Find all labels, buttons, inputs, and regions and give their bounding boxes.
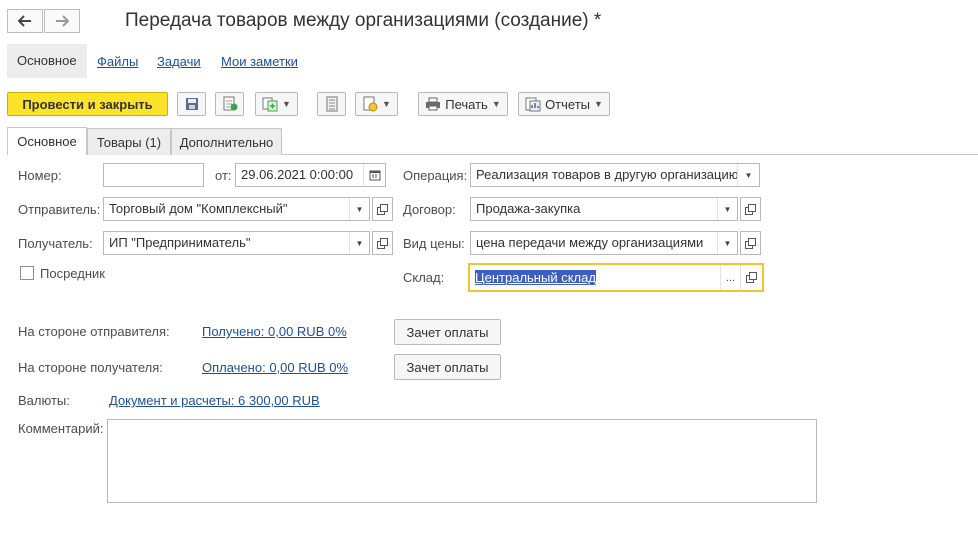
receiver-value: ИП "Предприниматель" [109, 235, 251, 250]
reports-button[interactable]: Отчеты ▼ [518, 92, 610, 116]
post-icon [223, 96, 237, 111]
window-title: Передача товаров между организациями (со… [125, 10, 602, 31]
sender-value: Торговый дом "Комплексный" [109, 201, 288, 216]
open-icon [377, 203, 388, 215]
section-notes[interactable]: Мои заметки [221, 54, 298, 69]
chevron-down-icon: ▼ [594, 99, 603, 109]
journal-button[interactable] [317, 92, 346, 116]
operation-value: Реализация товаров в другую организацию [476, 167, 737, 182]
comment-field[interactable] [107, 419, 817, 503]
open-icon [745, 203, 756, 215]
currencies-label: Валюты: [18, 393, 70, 408]
open-icon [377, 237, 388, 249]
warehouse-field[interactable]: Центральный склад ... [468, 263, 764, 292]
receiver-side-label: На стороне получателя: [18, 360, 163, 375]
tab-additional[interactable]: Дополнительно [171, 128, 282, 155]
date-label: от: [215, 168, 232, 183]
contract-value: Продажа-закупка [476, 201, 581, 216]
receiver-side-link[interactable]: Оплачено: 0,00 RUB 0% [202, 360, 348, 375]
open-icon [745, 237, 756, 249]
receiver-label: Получатель: [18, 236, 93, 251]
price-type-field[interactable]: цена передачи между организациями ▼ [470, 231, 738, 255]
contract-field[interactable]: Продажа-закупка ▼ [470, 197, 738, 221]
chevron-down-icon[interactable]: ▼ [737, 164, 759, 186]
chevron-down-icon: ▼ [382, 99, 391, 109]
tab-goods[interactable]: Товары (1) [87, 128, 171, 155]
back-button[interactable] [7, 9, 43, 33]
price-type-label: Вид цены: [403, 236, 465, 251]
create-based-icon [262, 97, 278, 112]
chevron-down-icon[interactable]: ▼ [349, 232, 369, 254]
section-main[interactable]: Основное [7, 44, 87, 78]
save-button[interactable] [177, 92, 206, 116]
print-label: Печать [445, 96, 488, 112]
offset-payment-button-1[interactable]: Зачет оплаты [394, 319, 501, 345]
sender-open-button[interactable] [372, 197, 393, 221]
date-field[interactable]: 29.06.2021 0:00:00 [235, 163, 386, 187]
arrow-left-icon [18, 15, 31, 27]
offset-payment-button-2[interactable]: Зачет оплаты [394, 354, 501, 380]
post-and-close-button[interactable]: Провести и закрыть [7, 92, 168, 116]
attach-button[interactable]: ▼ [355, 92, 398, 116]
chevron-down-icon[interactable]: ▼ [717, 232, 737, 254]
calendar-icon [369, 170, 380, 181]
intermediary-label: Посредник [40, 266, 105, 281]
warehouse-value: Центральный склад [475, 270, 596, 285]
sender-side-link[interactable]: Получено: 0,00 RUB 0% [202, 324, 347, 339]
date-value: 29.06.2021 0:00:00 [241, 167, 354, 182]
contract-label: Договор: [403, 202, 456, 217]
chevron-down-icon: ▼ [282, 99, 291, 109]
operation-field[interactable]: Реализация товаров в другую организацию … [470, 163, 760, 187]
price-type-value: цена передачи между организациями [476, 235, 704, 250]
calendar-button[interactable] [363, 164, 385, 186]
post-button[interactable] [215, 92, 244, 116]
chevron-down-icon[interactable]: ▼ [349, 198, 369, 220]
receiver-field[interactable]: ИП "Предприниматель" ▼ [103, 231, 370, 255]
chevron-down-icon: ▼ [491, 99, 501, 109]
operation-label: Операция: [403, 168, 468, 183]
print-button[interactable]: Печать ▼ [418, 92, 508, 116]
arrow-right-icon [56, 15, 69, 27]
forward-button[interactable] [44, 9, 80, 33]
number-field[interactable] [103, 163, 204, 187]
sender-field[interactable]: Торговый дом "Комплексный" ▼ [103, 197, 370, 221]
printer-icon [426, 97, 441, 111]
section-tasks[interactable]: Задачи [157, 54, 201, 69]
comment-label: Комментарий: [18, 421, 104, 436]
intermediary-checkbox[interactable] [20, 266, 34, 280]
tab-main[interactable]: Основное [7, 127, 87, 155]
reports-icon [525, 97, 541, 112]
warehouse-label: Склад: [403, 270, 445, 285]
create-based-on-button[interactable]: ▼ [255, 92, 298, 116]
save-icon [185, 98, 198, 110]
currencies-link[interactable]: Документ и расчеты: 6 300,00 RUB [109, 393, 320, 408]
journal-icon [326, 96, 337, 112]
section-files[interactable]: Файлы [97, 54, 138, 69]
select-button[interactable]: ... [720, 265, 740, 290]
receiver-open-button[interactable] [372, 231, 393, 255]
chevron-down-icon[interactable]: ▼ [717, 198, 737, 220]
warehouse-open-button[interactable] [740, 265, 762, 290]
attach-icon [363, 96, 378, 112]
sender-side-label: На стороне отправителя: [18, 324, 170, 339]
sender-label: Отправитель: [18, 202, 101, 217]
number-value [104, 164, 203, 186]
reports-label: Отчеты [545, 96, 590, 112]
contract-open-button[interactable] [740, 197, 761, 221]
number-label: Номер: [18, 168, 62, 183]
open-icon [746, 272, 757, 283]
price-type-open-button[interactable] [740, 231, 761, 255]
